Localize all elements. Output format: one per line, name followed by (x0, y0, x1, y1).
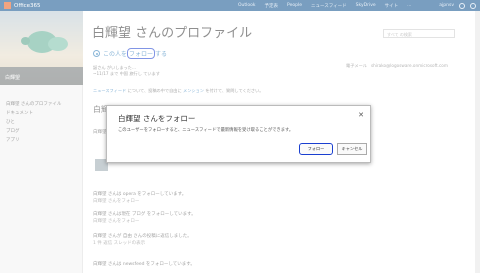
follow-button[interactable]: フォロー (299, 143, 333, 155)
follow-dialog: 白輝望 さんをフォロー ✕ このユーザーをフォローすると、ニュースフィードで最新… (106, 105, 371, 163)
close-icon[interactable]: ✕ (358, 111, 364, 119)
dialog-message: このユーザーをフォローすると、ニュースフィードで最新情報を受け取ることができます… (118, 128, 294, 133)
dialog-title: 白輝望 さんをフォロー (118, 114, 196, 123)
cancel-button[interactable]: キャンセル (337, 143, 367, 155)
